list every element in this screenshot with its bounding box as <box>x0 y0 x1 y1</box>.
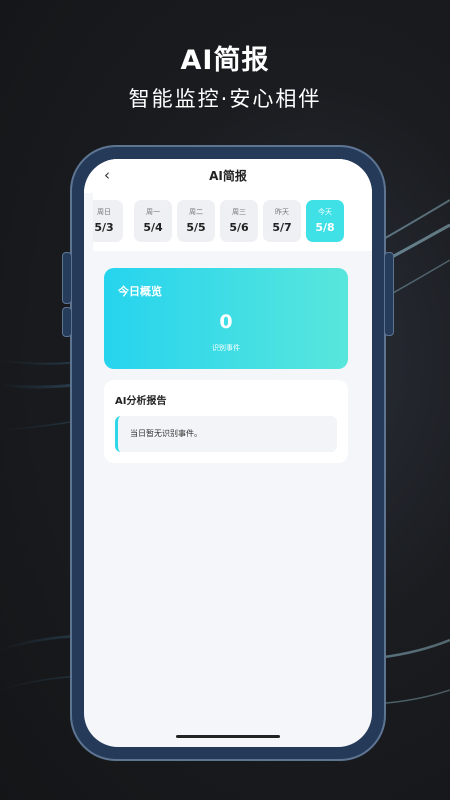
day-weekday: 周一 <box>146 208 160 216</box>
today-overview-card: 今日概览 0 识别事件 <box>104 268 348 369</box>
day-date: 5/5 <box>186 221 206 234</box>
day-weekday: 周二 <box>189 208 203 216</box>
report-message-box: 当日暂无识别事件。 <box>115 416 337 452</box>
day-tab-5[interactable]: 今天 5/8 <box>306 200 344 242</box>
day-tab-0[interactable]: 周日 5/3 <box>93 200 123 242</box>
promo-headline: AI简报 <box>180 45 270 76</box>
phone-frame: ‹ AI简报 周日 5/3 周一 5/4 周二 5/5 周三 5/6 昨天 5/ <box>62 145 394 761</box>
day-date: 5/4 <box>143 221 163 234</box>
promo-subline: 智能监控·安心相伴 <box>128 87 322 111</box>
day-weekday: 昨天 <box>275 208 289 216</box>
phone-side-button-upper <box>62 252 72 304</box>
day-tab-2[interactable]: 周二 5/5 <box>177 200 215 242</box>
day-tab-1[interactable]: 周一 5/4 <box>134 200 172 242</box>
phone-power-button <box>384 252 394 336</box>
event-count-label: 识别事件 <box>212 344 240 352</box>
home-indicator[interactable] <box>176 735 280 738</box>
ai-report-card: AI分析报告 当日暂无识别事件。 <box>104 380 348 463</box>
day-tab-4[interactable]: 昨天 5/7 <box>263 200 301 242</box>
page-title: AI简报 <box>209 169 247 183</box>
day-date: 5/3 <box>94 221 114 234</box>
day-date: 5/6 <box>229 221 249 234</box>
day-weekday: 周三 <box>232 208 246 216</box>
report-title: AI分析报告 <box>115 396 167 407</box>
day-date: 5/7 <box>272 221 292 234</box>
day-weekday: 周日 <box>97 208 111 216</box>
day-weekday: 今天 <box>318 208 332 216</box>
report-message: 当日暂无识别事件。 <box>130 429 202 438</box>
nav-bar: ‹ AI简报 <box>84 159 372 193</box>
day-tab-3[interactable]: 周三 5/6 <box>220 200 258 242</box>
overview-title: 今日概览 <box>118 285 162 298</box>
date-selector[interactable]: 周日 5/3 周一 5/4 周二 5/5 周三 5/6 昨天 5/7 今天 5/… <box>93 193 372 251</box>
phone-screen: ‹ AI简报 周日 5/3 周一 5/4 周二 5/5 周三 5/6 昨天 5/ <box>84 159 372 747</box>
phone-side-button-lower <box>62 307 72 337</box>
day-date: 5/8 <box>315 221 335 234</box>
event-count: 0 <box>219 311 233 333</box>
